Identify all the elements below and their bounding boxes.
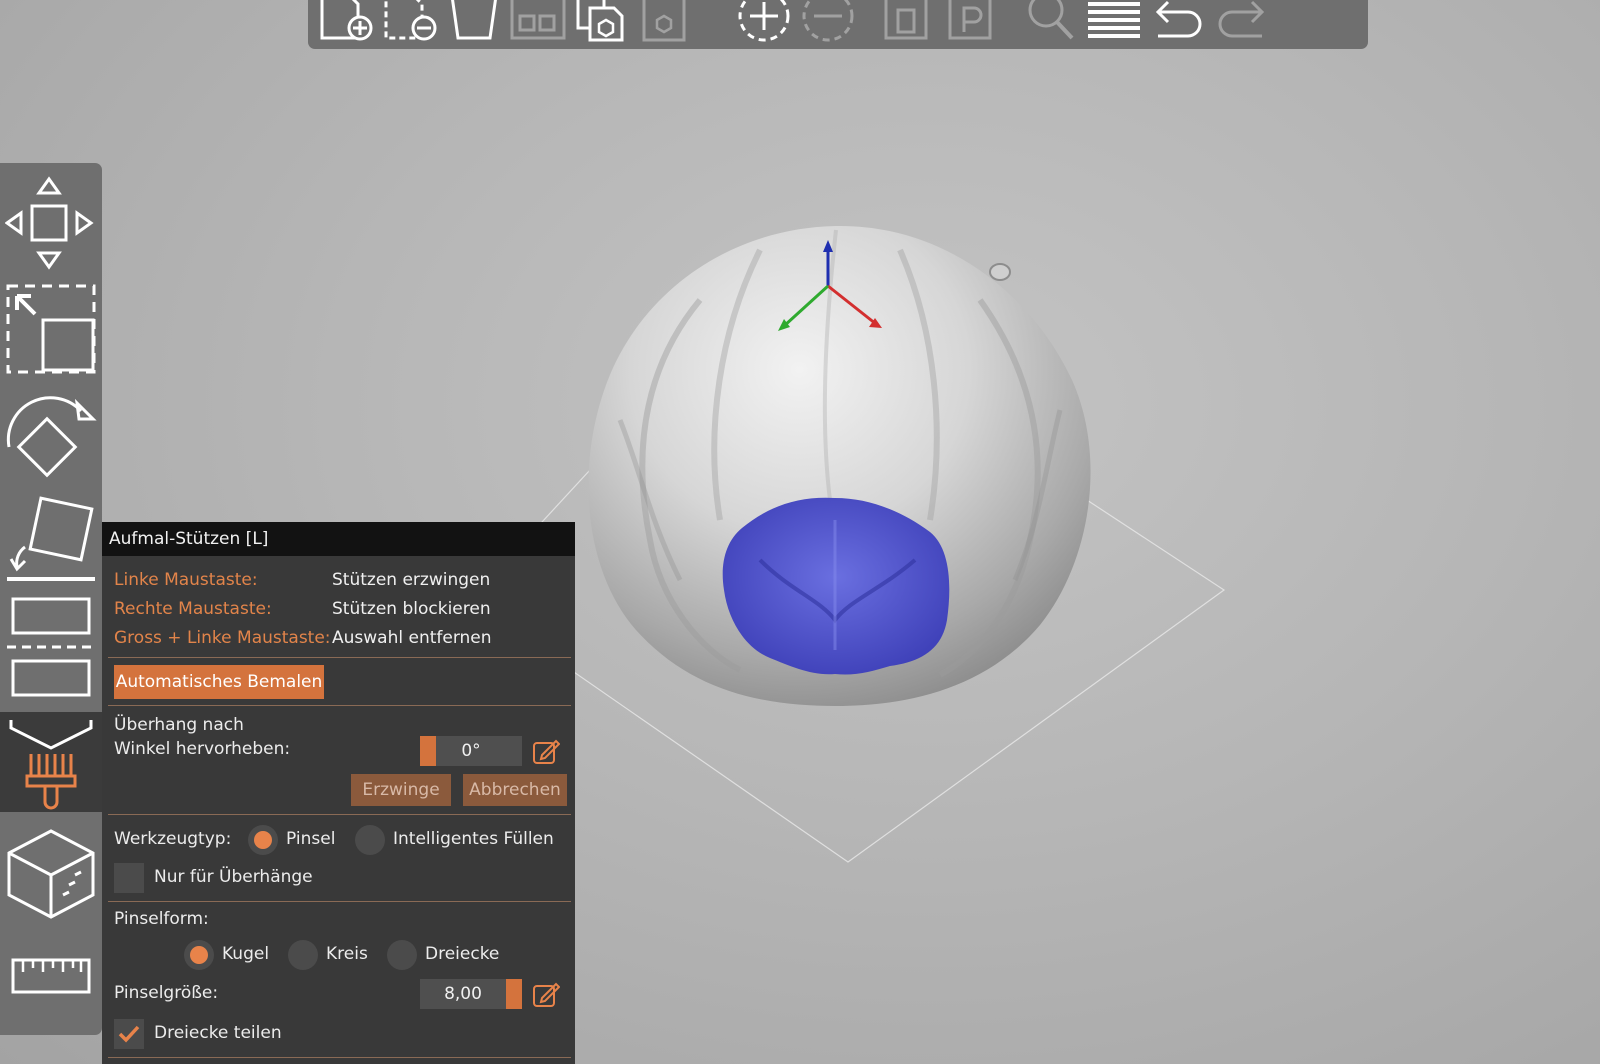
move-icon xyxy=(5,176,94,270)
split-parts-button[interactable] xyxy=(942,0,1006,49)
top-toolbar xyxy=(308,0,1368,49)
slider-fill xyxy=(506,979,522,1009)
brush-size-label: Pinselgröße: xyxy=(114,983,219,1003)
scale-tool-button[interactable] xyxy=(0,281,102,379)
overhang-label-line2: Winkel hervorheben: xyxy=(114,739,291,759)
divider xyxy=(108,705,571,706)
seam-paint-icon xyxy=(7,829,95,919)
tool-brush-label: Pinsel xyxy=(286,829,336,849)
shortcut-key: Linke Maustaste: xyxy=(114,570,258,590)
redo-icon xyxy=(1218,0,1265,38)
overhangs-only-checkbox[interactable] xyxy=(114,863,144,893)
scale-icon xyxy=(6,284,96,374)
brush-shape-triangles-radio[interactable] xyxy=(387,940,417,970)
shortcut-action: Stützen blockieren xyxy=(332,599,491,619)
overhang-label-line1: Überhang nach xyxy=(114,715,244,735)
brush-size-value: 8,00 xyxy=(444,984,482,1004)
delete-all-button[interactable] xyxy=(442,0,506,49)
overhang-angle-value: 0° xyxy=(461,741,481,761)
divider xyxy=(108,657,571,658)
add-instance-icon xyxy=(738,0,790,42)
place-on-face-button[interactable] xyxy=(0,495,102,587)
redo-button[interactable] xyxy=(1210,0,1274,49)
remove-object-icon xyxy=(384,0,437,41)
split-objects-button[interactable] xyxy=(878,0,942,49)
layers-button[interactable] xyxy=(1082,0,1146,49)
toolbar-separator xyxy=(1006,0,1018,49)
copy-icon xyxy=(576,0,624,42)
tool-smart-fill-radio[interactable] xyxy=(355,825,385,855)
brush-shape-sphere-radio[interactable] xyxy=(184,940,214,970)
move-tool-button[interactable] xyxy=(0,173,102,273)
search-button[interactable] xyxy=(1018,0,1082,49)
add-instance-button[interactable] xyxy=(732,0,796,49)
edit-value-icon[interactable] xyxy=(532,980,560,1008)
undo-button[interactable] xyxy=(1146,0,1210,49)
add-object-icon xyxy=(320,0,373,41)
panel-title: Aufmal-Stützen [L] xyxy=(102,522,575,556)
shortcut-key: Gross + Linke Maustaste: xyxy=(114,628,331,648)
add-object-button[interactable] xyxy=(314,0,378,49)
remove-instance-button[interactable] xyxy=(796,0,860,49)
enforce-button[interactable]: Erzwinge xyxy=(351,774,451,806)
copy-button[interactable] xyxy=(570,0,634,49)
shortcut-row-right: Rechte Maustaste: Stützen blockieren xyxy=(102,599,575,623)
brush-shape-circle-label: Kreis xyxy=(326,944,368,964)
split-objects-icon xyxy=(884,0,928,40)
remove-instance-icon xyxy=(802,0,854,42)
divider xyxy=(108,814,571,815)
paste-button[interactable] xyxy=(634,0,698,49)
support-paint-panel: Aufmal-Stützen [L] Linke Maustaste: Stüt… xyxy=(102,522,575,1064)
cut-tool-button[interactable] xyxy=(0,593,102,701)
slider-fill xyxy=(420,736,436,766)
shortcut-row-left: Linke Maustaste: Stützen erzwingen xyxy=(102,570,575,594)
rotate-tool-button[interactable] xyxy=(0,387,102,487)
paste-icon xyxy=(642,0,686,42)
tool-smart-fill-label: Intelligentes Füllen xyxy=(393,829,554,849)
auto-paint-button[interactable]: Automatisches Bemalen xyxy=(114,665,324,699)
overhang-angle-slider[interactable]: 0° xyxy=(420,736,522,766)
seam-paint-tool-button[interactable] xyxy=(0,823,102,923)
layers-icon xyxy=(1088,2,1140,38)
split-parts-icon xyxy=(948,0,992,40)
left-toolbar xyxy=(0,163,102,1035)
arrange-button[interactable] xyxy=(506,0,570,49)
tool-type-label: Werkzeugtyp: xyxy=(114,829,232,849)
brush-shape-triangles-label: Dreiecke xyxy=(425,944,500,964)
cancel-button[interactable]: Abbrechen xyxy=(463,774,567,806)
undo-icon xyxy=(1155,0,1202,38)
support-paint-icon xyxy=(9,720,93,810)
arrange-icon xyxy=(510,0,566,40)
toolbar-separator xyxy=(698,0,732,49)
brush-shape-label: Pinselform: xyxy=(114,909,209,929)
divider xyxy=(108,901,571,902)
divider xyxy=(108,1057,571,1058)
split-triangles-label: Dreiecke teilen xyxy=(154,1023,282,1043)
split-triangles-checkbox[interactable] xyxy=(114,1019,144,1049)
edit-value-icon[interactable] xyxy=(532,737,560,765)
shortcut-key: Rechte Maustaste: xyxy=(114,599,272,619)
place-on-face-icon xyxy=(7,496,95,581)
rotate-icon xyxy=(6,396,97,478)
measure-icon xyxy=(11,958,91,994)
shortcut-action: Auswahl entfernen xyxy=(332,628,492,648)
pumpkin-model[interactable] xyxy=(588,225,1091,706)
support-paint-tool-button[interactable] xyxy=(0,712,102,812)
brush-size-slider[interactable]: 8,00 xyxy=(420,979,522,1009)
tool-brush-radio[interactable] xyxy=(248,825,278,855)
cut-icon xyxy=(7,597,95,697)
brush-shape-circle-radio[interactable] xyxy=(288,940,318,970)
delete-all-icon xyxy=(451,0,497,40)
remove-object-button[interactable] xyxy=(378,0,442,49)
checkmark-icon xyxy=(118,1025,140,1043)
overhangs-only-label: Nur für Überhänge xyxy=(154,867,313,887)
brush-shape-sphere-label: Kugel xyxy=(222,944,270,964)
measure-tool-button[interactable] xyxy=(0,931,102,1021)
shortcut-row-shift-left: Gross + Linke Maustaste: Auswahl entfern… xyxy=(102,628,575,652)
toolbar-separator xyxy=(860,0,878,49)
search-icon xyxy=(1028,0,1074,40)
shortcut-action: Stützen erzwingen xyxy=(332,570,491,590)
